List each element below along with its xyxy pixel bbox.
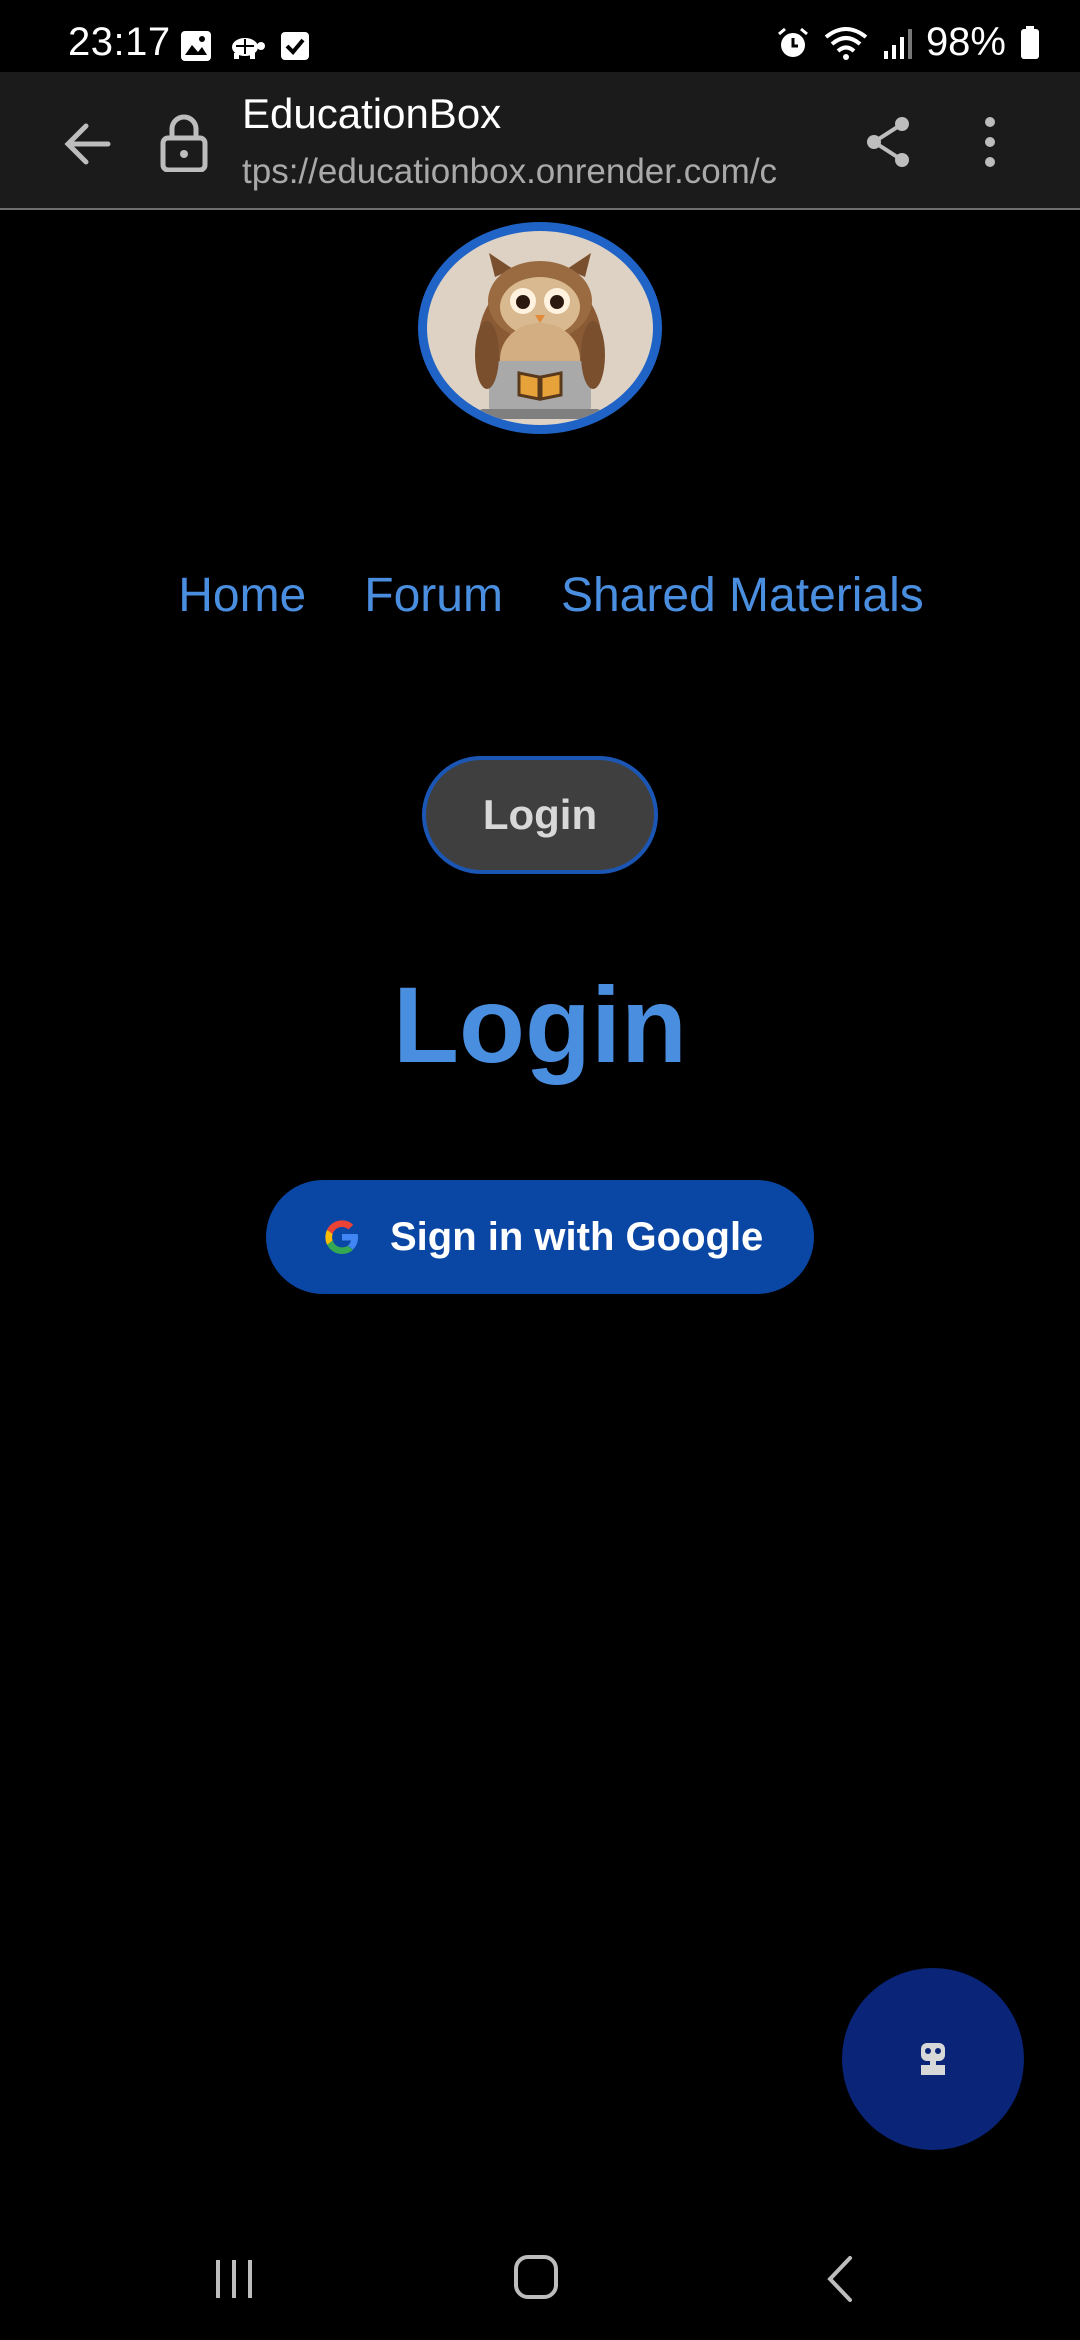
turtle-icon [232, 38, 265, 59]
more-options-icon[interactable] [972, 112, 1008, 172]
nav-forum[interactable]: Forum [364, 568, 503, 623]
google-logo-icon [325, 1220, 358, 1254]
wifi-icon [824, 26, 868, 60]
battery-percent: 98% [925, 20, 1006, 64]
back-arrow-icon[interactable] [58, 114, 118, 174]
signal-icon [883, 28, 912, 59]
system-back-icon[interactable] [824, 2254, 854, 2304]
gallery-icon [181, 31, 211, 61]
battery-icon [1021, 25, 1039, 59]
nav-shared-materials[interactable]: Shared Materials [561, 568, 924, 623]
google-signin-button[interactable]: Sign in with Google [266, 1180, 814, 1294]
status-time: 23:17 [68, 20, 171, 64]
system-nav-bar [0, 2220, 1080, 2340]
owl-logo[interactable] [418, 222, 662, 434]
page-title[interactable]: EducationBox [242, 90, 501, 138]
status-bar: 23:17 98% [0, 0, 1080, 72]
checkbox-icon [281, 32, 309, 60]
owl-laptop-icon [475, 253, 605, 419]
robot-icon [921, 2043, 945, 2075]
alarm-icon [777, 27, 808, 57]
google-signin-label: Sign in with Google [390, 1214, 764, 1259]
nav-home[interactable]: Home [178, 568, 306, 623]
chatbot-fab[interactable] [842, 1968, 1024, 2150]
browser-toolbar: EducationBox tps://educationbox.onrender… [0, 72, 1080, 210]
login-button[interactable]: Login [422, 756, 658, 874]
url-text[interactable]: tps://educationbox.onrender.com/c [242, 152, 820, 192]
home-icon[interactable] [512, 2252, 560, 2302]
lock-icon[interactable] [158, 112, 210, 172]
main-nav: Home Forum Shared Materials [0, 568, 1080, 623]
share-icon[interactable] [862, 112, 914, 172]
login-heading: Login [393, 964, 687, 1085]
recent-apps-icon[interactable] [212, 2256, 256, 2302]
